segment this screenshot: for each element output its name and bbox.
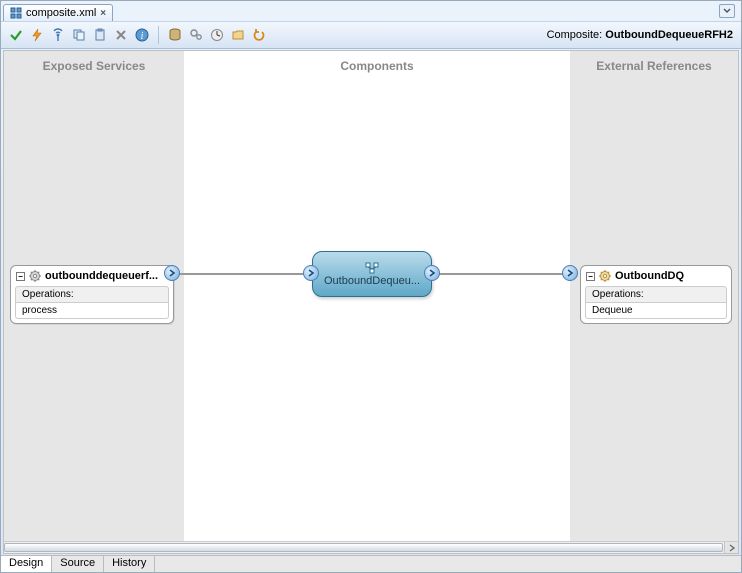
copy-button[interactable] [70,26,88,44]
delete-button[interactable] [112,26,130,44]
reference-operations-label: Operations: [585,286,727,303]
chevron-right-icon [566,269,574,277]
composite-name-value: OutboundDequeueRFH2 [605,29,733,41]
clock-button[interactable] [208,26,226,44]
collapse-toggle-icon[interactable]: − [16,272,25,281]
wire-component-to-reference[interactable] [434,273,574,275]
minimize-panel-button[interactable] [719,4,735,18]
horizontal-scrollbar[interactable] [4,541,738,553]
info-button[interactable]: i [133,26,151,44]
component-node-name: OutboundDequeu... [324,275,420,287]
db-icon [168,28,182,42]
service-operation-process[interactable]: process [15,303,169,319]
file-tab-bar: composite.xml × [1,1,741,21]
adapter-gear-icon [598,269,612,283]
antenna-icon [51,28,65,42]
external-references-header: External References [570,51,738,81]
component-output-port[interactable] [424,265,440,281]
components-header: Components [184,51,570,81]
reference-node-header: − OutboundDQ [581,266,731,284]
composite-name-label: Composite: OutboundDequeueRFH2 [547,29,733,41]
tab-source[interactable]: Source [52,556,104,572]
reference-operations: Operations: Dequeue [585,286,727,319]
close-tab-icon[interactable]: × [100,8,106,19]
exposed-services-header: Exposed Services [4,51,184,81]
file-tab-composite[interactable]: composite.xml × [3,4,113,21]
chevron-right-icon [168,269,176,277]
reference-operation-dequeue[interactable]: Dequeue [585,303,727,319]
composite-label-text: Composite: [547,29,603,41]
gear-icon [28,269,42,283]
config-icon [189,28,203,42]
tab-design[interactable]: Design [1,556,52,572]
tab-history[interactable]: History [104,556,155,572]
copy-icon [72,28,86,42]
reference-node-outbounddq[interactable]: − OutboundDQ Operations: Dequeue [580,265,732,324]
reference-node-name: OutboundDQ [615,270,684,282]
config-button[interactable] [187,26,205,44]
folder-icon [231,28,245,42]
svg-text:i: i [141,31,144,42]
scrollbar-right-arrow[interactable] [724,542,738,554]
folder-button[interactable] [229,26,247,44]
undo-button[interactable] [250,26,268,44]
bolt-icon [30,28,44,42]
composite-file-icon [10,7,22,19]
paste-icon [93,28,107,42]
bpel-process-icon [365,262,379,274]
toolbar-separator [158,26,159,44]
chevron-right-icon [428,269,436,277]
undo-icon [252,28,266,42]
validate-button[interactable] [7,26,25,44]
wire-service-to-component[interactable] [174,273,318,275]
service-operations: Operations: process [15,286,169,319]
chevron-down-icon [723,8,731,14]
check-icon [9,28,23,42]
file-tab-label: composite.xml [26,7,96,19]
collapse-toggle-icon[interactable]: − [586,272,595,281]
chevron-right-icon [729,544,735,552]
editor-view-tabs: Design Source History [1,555,741,572]
db-button[interactable] [166,26,184,44]
delete-icon [114,28,128,42]
component-node-outbounddequeue[interactable]: OutboundDequeu... [312,251,432,297]
reference-input-port[interactable] [562,265,578,281]
service-node-name: outbounddequeuerf... [45,270,158,282]
service-node-header: − outbounddequeuerf... [11,266,173,284]
canvas-inner: Exposed Services Components External Ref… [4,51,738,541]
chevron-right-icon [307,269,315,277]
test-button[interactable] [28,26,46,44]
paste-button[interactable] [91,26,109,44]
toolbar: i Composite: OutboundDequeueRFH2 [1,21,741,49]
editor-window: composite.xml × i Composite: OutboundDeq… [0,0,742,573]
clock-icon [210,28,224,42]
composite-canvas[interactable]: Exposed Services Components External Ref… [3,50,739,554]
info-icon: i [135,28,149,42]
service-operations-label: Operations: [15,286,169,303]
service-output-port[interactable] [164,265,180,281]
service-node-outbounddequeuerf[interactable]: − outbounddequeuerf... Operations: proce… [10,265,174,324]
component-input-port[interactable] [303,265,319,281]
broadcast-button[interactable] [49,26,67,44]
scrollbar-thumb[interactable] [4,543,723,552]
